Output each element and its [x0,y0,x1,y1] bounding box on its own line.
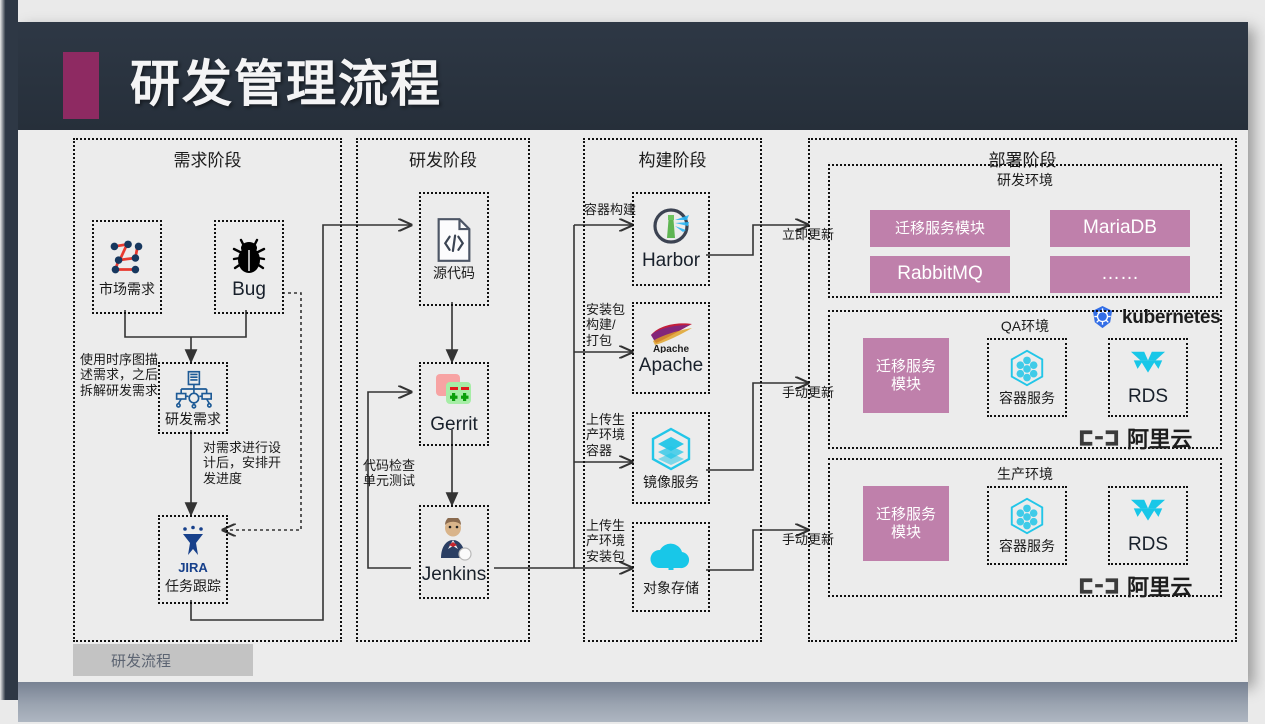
node-label: 市场需求 [99,280,155,297]
bug-icon [232,238,266,274]
node-label: Jenkins [421,564,487,586]
edge-label-package-build: 安装包 构建/ 打包 [586,302,626,348]
aliyun-icon [1079,578,1119,594]
node-label: RDS [1127,533,1169,555]
rds-icon [1130,351,1166,373]
apache-icon: Apache [651,323,692,353]
node-label: 任务跟踪 [165,577,221,594]
node-label: RDS [1127,385,1169,407]
container-service-icon [1010,498,1044,535]
env-title-dev: 研发环境 [997,172,1053,188]
harbor-icon [653,208,689,244]
node-label: Harbor [641,250,701,272]
node-label: 镜像服务 [643,473,699,490]
network-graph-icon [110,240,143,274]
source-code-icon [437,218,471,262]
node-label: 研发需求 [165,410,221,427]
edge-label-dev-update: 立即更新 [782,227,835,242]
node-prod-rds[interactable]: RDS [1108,486,1188,565]
edge-label-design-schedule: 对需求进行设 计后，安排开 发进度 [203,440,282,486]
env-dev-box-migration[interactable]: 迁移服务模块 [870,210,1010,247]
node-rd-requirement[interactable]: 研发需求 [158,362,228,434]
node-label: 源代码 [433,264,475,281]
node-market-demand[interactable]: 市场需求 [92,220,162,314]
node-qa-rds[interactable]: RDS [1108,338,1188,417]
env-dev-box-mariadb[interactable]: MariaDB [1050,210,1190,247]
slide-tab-research-flow[interactable]: 研发流程 [73,644,253,676]
diagram-canvas: 需求阶段 市场需求 Bug 使用时序图描 述需求，之后 拆解研发需求 研发需求 … [18,130,1248,682]
rd-requirement-icon [175,370,212,409]
slide: 研发管理流程 需求阶段 市场需求 Bug 使用时序图描 述需求，之后 拆解研发需… [18,22,1248,722]
phase-title-requirement: 需求阶段 [173,151,242,170]
edge-label-code-review: 代码检查 单元测试 [363,458,416,489]
node-harbor[interactable]: Harbor [632,192,710,286]
node-label: 容器服务 [999,538,1055,555]
phase-title-build: 构建阶段 [638,151,707,170]
node-apache[interactable]: Apache Apache [632,302,710,394]
aliyun-icon [1079,430,1119,446]
node-label: 容器服务 [999,390,1055,407]
env-dev-box-rabbitmq[interactable]: RabbitMQ [870,256,1010,293]
node-jenkins[interactable]: Jenkins [419,505,489,599]
node-prod-container-service[interactable]: 容器服务 [987,486,1067,565]
title-accent-bar [63,52,99,119]
node-bug[interactable]: Bug [214,220,284,314]
node-jira[interactable]: JIRA 任务跟踪 [158,515,228,604]
phase-title-develop: 研发阶段 [409,151,477,170]
env-title-prod: 生产环境 [997,466,1053,482]
jira-wordmark: JIRA [178,559,208,575]
edge-label-qa-update: 手动更新 [782,385,835,400]
edge-label-sequence-desc: 使用时序图描 述需求，之后 拆解研发需求 [80,352,159,398]
svg-text:Apache: Apache [653,344,690,353]
brand-aliyun-qa: 阿里云 [1078,422,1192,454]
container-service-icon [1010,350,1044,387]
tab-label: 研发流程 [111,652,172,670]
env-qa-box-migration[interactable]: 迁移服务 模块 [863,338,949,413]
node-label: Bug [232,279,266,301]
edge-label-upload-package: 上传生 产环境 安装包 [586,518,626,564]
node-gerrit[interactable]: Gerrit [419,362,489,446]
node-object-storage[interactable]: 对象存储 [632,522,710,612]
brand-aliyun-prod: 阿里云 [1078,570,1192,602]
node-label: 对象存储 [643,579,699,596]
rds-icon [1130,499,1166,521]
footer-strip [18,682,1248,722]
image-service-icon [651,427,691,471]
object-storage-icon [650,543,690,570]
edge-label-prod-update: 手动更新 [782,532,835,547]
page-title: 研发管理流程 [130,56,442,112]
jira-icon [183,525,203,555]
gerrit-icon [436,374,471,405]
env-dev-box-more[interactable]: …… [1050,256,1190,293]
env-prod-box-migration[interactable]: 迁移服务 模块 [863,486,949,561]
node-source-code[interactable]: 源代码 [419,192,489,306]
edge-label-upload-container: 上传生 产环境 容器 [586,412,626,458]
node-label: Apache [638,355,704,377]
slide-header: 研发管理流程 [18,22,1248,130]
brand-label: 阿里云 [1127,575,1193,600]
node-image-service[interactable]: 镜像服务 [632,412,710,504]
env-title-qa: QA环境 [1000,318,1050,334]
edge-label-container-build: 容器构建 [584,202,637,217]
node-qa-container-service[interactable]: 容器服务 [987,338,1067,417]
jenkins-icon [441,518,472,561]
brand-label: 阿里云 [1127,427,1193,452]
node-label: Gerrit [430,414,478,436]
left-rail [0,0,18,700]
